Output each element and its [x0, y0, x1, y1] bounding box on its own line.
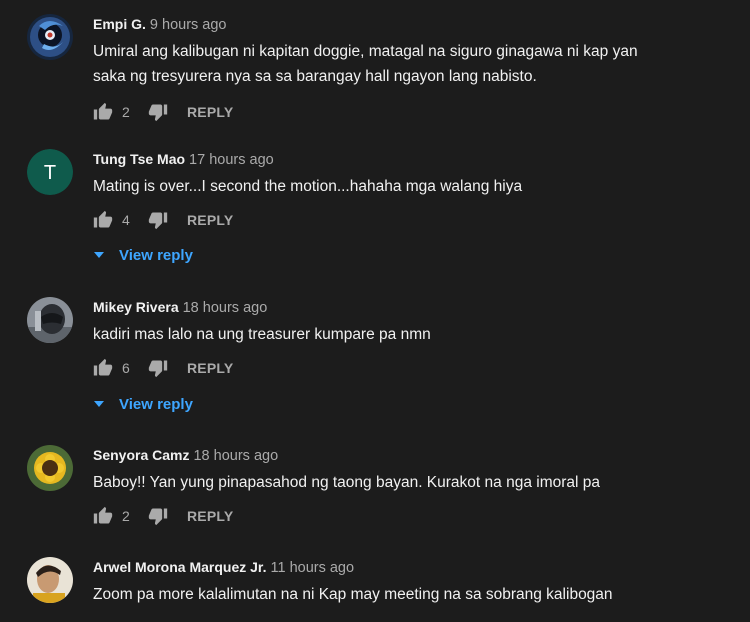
comment-header: Arwel Morona Marquez Jr. 11 hours ago: [93, 557, 730, 577]
like-count: 2: [122, 508, 130, 524]
view-reply-button[interactable]: View reply: [93, 244, 193, 266]
comment-header: Empi G. 9 hours ago: [93, 14, 730, 34]
caret-down-icon: [93, 249, 105, 261]
caret-down-icon: [93, 398, 105, 410]
comment-time[interactable]: 18 hours ago: [183, 300, 268, 316]
thumbs-up-icon[interactable]: [91, 208, 115, 232]
thumbs-down-icon[interactable]: [146, 100, 170, 124]
view-reply-button[interactable]: View reply: [93, 393, 193, 415]
view-reply-label: View reply: [119, 395, 193, 413]
comment-actions: 2 REPLY: [91, 504, 730, 528]
comment-text: Umiral ang kalibugan ni kapitan doggie, …: [93, 39, 730, 89]
comment-time[interactable]: 18 hours ago: [193, 448, 278, 464]
comment-text: Mating is over...I second the motion...h…: [93, 174, 730, 199]
like-count: 6: [122, 360, 130, 376]
comment-actions: 4 REPLY: [91, 208, 730, 232]
comment-text-line: Mating is over...I second the motion...h…: [93, 178, 523, 195]
author-name[interactable]: Senyora Camz: [93, 447, 189, 463]
author-name[interactable]: Arwel Morona Marquez Jr.: [93, 559, 266, 575]
comment-text-line: Umiral ang kalibugan ni kapitan doggie, …: [93, 43, 638, 60]
comment-actions: 2 REPLY: [91, 100, 730, 124]
comment-body: Arwel Morona Marquez Jr. 11 hours ago Zoo…: [93, 557, 730, 607]
reply-button[interactable]: REPLY: [187, 360, 233, 376]
avatar[interactable]: [27, 14, 73, 60]
comment-text: Zoom pa more kalalimutan na ni Kap may m…: [93, 582, 730, 607]
comment-body: Tung Tse Mao 17 hours ago Mating is over.…: [93, 149, 730, 232]
thumbs-down-icon[interactable]: [146, 504, 170, 528]
avatar[interactable]: [27, 557, 73, 603]
comment-text: Baboy!! Yan yung pinapasahod ng taong ba…: [93, 470, 730, 495]
thumbs-down-icon[interactable]: [146, 208, 170, 232]
author-name[interactable]: Empi G.: [93, 16, 146, 32]
comment-text-line: kadiri mas lalo na ung treasurer kumpare…: [93, 326, 431, 343]
like-count: 2: [122, 104, 130, 120]
comment-text-line: Baboy!! Yan yung pinapasahod ng taong ba…: [93, 474, 600, 491]
reply-button[interactable]: REPLY: [187, 212, 233, 228]
avatar[interactable]: T: [27, 149, 73, 195]
thumbs-up-icon[interactable]: [91, 100, 115, 124]
author-name[interactable]: Mikey Rivera: [93, 299, 179, 315]
comment-time[interactable]: 9 hours ago: [150, 17, 227, 33]
view-reply-label: View reply: [119, 246, 193, 264]
comment-time[interactable]: 17 hours ago: [189, 152, 274, 168]
thumbs-up-icon[interactable]: [91, 504, 115, 528]
comment-body: Senyora Camz 18 hours ago Baboy!! Yan yun…: [93, 445, 730, 528]
comment-header: Tung Tse Mao 17 hours ago: [93, 149, 730, 169]
thumbs-up-icon[interactable]: [91, 356, 115, 380]
comment-header: Mikey Rivera 18 hours ago: [93, 297, 730, 317]
comment-body: Mikey Rivera 18 hours ago kadiri mas lalo…: [93, 297, 730, 380]
thumbs-down-icon[interactable]: [146, 356, 170, 380]
like-count: 4: [122, 212, 130, 228]
avatar[interactable]: [27, 297, 73, 343]
comment-body: Empi G. 9 hours ago Umiral ang kalibugan …: [93, 14, 730, 124]
comment-text-line: saka ng tresyurera nya sa sa barangay ha…: [93, 68, 537, 85]
comment-text: kadiri mas lalo na ung treasurer kumpare…: [93, 322, 730, 347]
comment-header: Senyora Camz 18 hours ago: [93, 445, 730, 465]
comment-actions: 6 REPLY: [91, 356, 730, 380]
reply-button[interactable]: REPLY: [187, 508, 233, 524]
reply-button[interactable]: REPLY: [187, 104, 233, 120]
comment-text-line: Zoom pa more kalalimutan na ni Kap may m…: [93, 586, 613, 603]
author-name[interactable]: Tung Tse Mao: [93, 151, 185, 167]
avatar[interactable]: [27, 445, 73, 491]
avatar-letter: T: [44, 162, 56, 184]
comment-time[interactable]: 11 hours ago: [270, 560, 354, 576]
